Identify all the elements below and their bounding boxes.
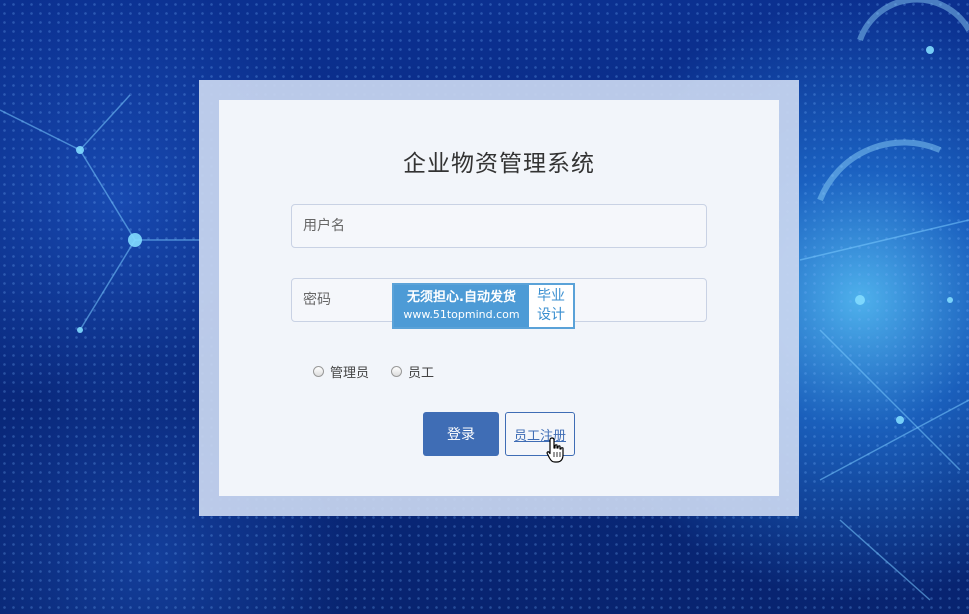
radio-circle-icon[interactable] xyxy=(391,366,403,377)
watermark-url: www.51topmind.com xyxy=(403,308,520,321)
watermark-badge-line2: 设计 xyxy=(537,307,565,323)
role-radio-label: 管理员 xyxy=(330,366,370,381)
role-radio-label: 员工 xyxy=(408,366,435,381)
username-input[interactable] xyxy=(291,204,707,248)
watermark-badge-line1: 毕业 xyxy=(537,288,565,304)
watermark-badge: 毕业 设计 xyxy=(529,285,573,327)
login-button[interactable]: 登录 xyxy=(423,412,499,456)
radio-circle-icon[interactable] xyxy=(313,366,324,377)
watermark-slogan: 无须担心.自动发货 xyxy=(407,290,516,305)
role-radio-admin[interactable]: 管理员 xyxy=(313,362,369,381)
watermark-text-block: 无须担心.自动发货 www.51topmind.com xyxy=(394,285,529,327)
watermark-overlay: 无须担心.自动发货 www.51topmind.com 毕业 设计 xyxy=(392,283,575,329)
role-radio-employee[interactable]: 员工 xyxy=(391,362,434,381)
hand-pointer-cursor-icon xyxy=(546,437,564,463)
role-radio-group: 管理员 员工 xyxy=(313,362,456,381)
page-title: 企业物资管理系统 xyxy=(403,151,595,177)
